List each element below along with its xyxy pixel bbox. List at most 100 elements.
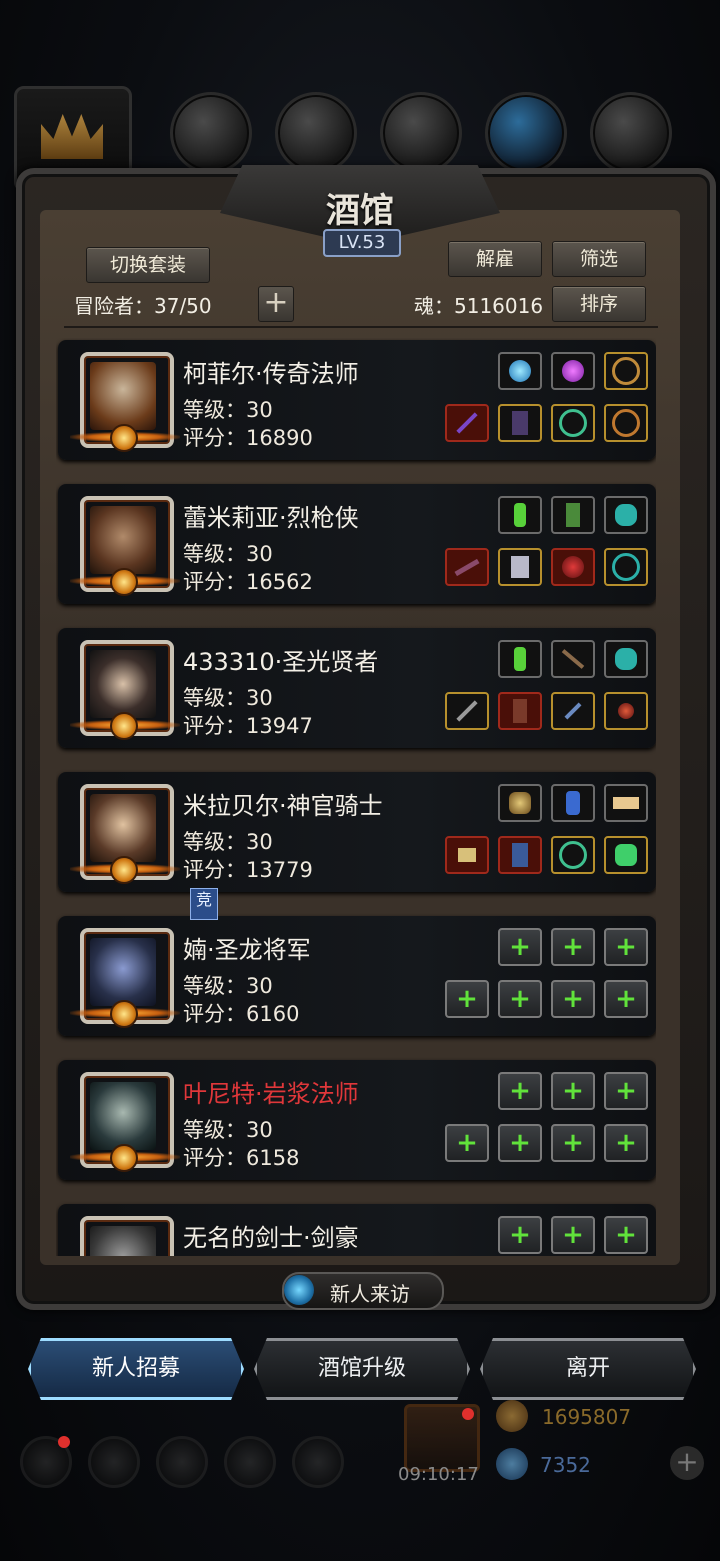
hero-card[interactable]: 米拉贝尔·神官骑士 等级：30 评分：13779 — [58, 772, 656, 892]
gold-icon — [496, 1400, 528, 1432]
hero-level: 等级：30 — [183, 542, 273, 566]
adventurer-count: 冒险者：37/50 — [74, 294, 212, 318]
necklace-slot[interactable] — [551, 404, 595, 442]
clock-icon — [284, 1275, 314, 1305]
empty-slot-add-icon[interactable]: + — [498, 1216, 542, 1254]
hero-level: 等级：30 — [183, 830, 273, 854]
hero-name: 叶尼特·岩浆法师 — [183, 1080, 359, 1108]
gold-amount: 1695807 — [542, 1405, 632, 1429]
empty-slot-add-icon[interactable]: + — [604, 928, 648, 966]
hero-score: 评分：16890 — [183, 426, 313, 450]
rank-gem-icon — [110, 712, 138, 740]
weapon-slot[interactable] — [445, 548, 489, 586]
resource-icon-meat — [170, 92, 252, 174]
bracelet-slot[interactable] — [604, 692, 648, 730]
accessory-slot[interactable] — [498, 784, 542, 822]
accessory-slot-orb[interactable] — [498, 352, 542, 390]
accessory-slot[interactable] — [604, 496, 648, 534]
empty-slot-add-icon[interactable]: + — [551, 1124, 595, 1162]
resource-icon-crystal — [485, 92, 567, 174]
hero-card[interactable]: 婻·圣龙将军 等级：30 评分：6160 + + + + + + + — [58, 916, 656, 1036]
accessory-slot[interactable] — [551, 784, 595, 822]
empty-slot-add-icon[interactable]: + — [445, 980, 489, 1018]
hero-name: 婻·圣龙将军 — [183, 936, 311, 964]
hero-card[interactable]: 蕾米莉亚·烈枪侠 等级：30 评分：16562 — [58, 484, 656, 604]
necklace-slot[interactable] — [551, 692, 595, 730]
hero-card[interactable]: 柯菲尔·传奇法师 等级：30 评分：16890 — [58, 340, 656, 460]
add-currency-icon[interactable]: + — [670, 1446, 704, 1480]
rank-gem-icon — [110, 856, 138, 884]
sort-button[interactable]: 排序 — [552, 286, 646, 322]
bracelet-slot[interactable] — [604, 404, 648, 442]
armor-slot[interactable] — [498, 692, 542, 730]
leave-button[interactable]: 离开 — [480, 1338, 696, 1400]
divider — [64, 326, 658, 328]
empty-slot-add-icon[interactable]: + — [551, 980, 595, 1018]
rank-badge: 竞 — [190, 888, 218, 920]
necklace-slot[interactable] — [551, 836, 595, 874]
hero-name: 米拉贝尔·神官骑士 — [183, 792, 383, 820]
shield-icon[interactable] — [292, 1436, 344, 1488]
accessory-slot[interactable] — [551, 640, 595, 678]
bracelet-slot[interactable] — [604, 836, 648, 874]
hero-name: 柯菲尔·传奇法师 — [183, 360, 359, 388]
bracelet-slot[interactable] — [604, 548, 648, 586]
soul-count: 魂：5116016 — [414, 294, 544, 318]
hero-score: 评分：6160 — [183, 1002, 300, 1026]
mail-icon[interactable] — [224, 1436, 276, 1488]
accessory-slot[interactable] — [551, 496, 595, 534]
accessory-slot[interactable] — [604, 784, 648, 822]
resource-icon-stone — [590, 92, 672, 174]
necklace-slot[interactable] — [551, 548, 595, 586]
empty-slot-add-icon[interactable]: + — [498, 928, 542, 966]
diamond-amount: 7352 — [540, 1453, 591, 1477]
armor-slot[interactable] — [498, 404, 542, 442]
accessory-slot[interactable] — [498, 496, 542, 534]
hero-score: 评分：6158 — [183, 1146, 300, 1170]
page-title: 酒馆 — [326, 191, 394, 231]
weapon-slot[interactable] — [445, 692, 489, 730]
accessory-slot-ring[interactable] — [604, 352, 648, 390]
hero-list[interactable]: 柯菲尔·传奇法师 等级：30 评分：16890 蕾米莉亚·烈枪侠 等级：30 评… — [56, 338, 656, 1256]
empty-slot-add-icon[interactable]: + — [551, 1216, 595, 1254]
new-visitor-button[interactable]: 新人来访 — [282, 1272, 444, 1310]
hero-level: 等级：30 — [183, 398, 273, 422]
empty-slot-add-icon[interactable]: + — [551, 928, 595, 966]
empty-slot-add-icon[interactable]: + — [604, 1124, 648, 1162]
accessory-slot[interactable] — [604, 640, 648, 678]
accessory-slot[interactable] — [498, 640, 542, 678]
notification-dot — [462, 1408, 474, 1420]
diamond-icon — [496, 1448, 528, 1480]
empty-slot-add-icon[interactable]: + — [604, 1216, 648, 1254]
hero-name: 433310·圣光贤者 — [183, 648, 379, 676]
hero-card[interactable]: 433310·圣光贤者 等级：30 评分：13947 — [58, 628, 656, 748]
crown-icon — [41, 114, 103, 159]
dismiss-button[interactable]: 解雇 — [448, 241, 542, 277]
empty-slot-add-icon[interactable]: + — [445, 1124, 489, 1162]
empty-slot-add-icon[interactable]: + — [604, 980, 648, 1018]
hero-score: 评分：13947 — [183, 714, 313, 738]
empty-slot-add-icon[interactable]: + — [498, 1124, 542, 1162]
achievement-icon[interactable] — [88, 1436, 140, 1488]
weapon-slot[interactable] — [445, 404, 489, 442]
armor-slot[interactable] — [498, 836, 542, 874]
upgrade-tavern-button[interactable]: 酒馆升级 — [254, 1338, 470, 1400]
weapon-slot[interactable] — [445, 836, 489, 874]
hero-name: 无名的剑士·剑豪 — [183, 1224, 359, 1252]
hero-card[interactable]: 叶尼特·岩浆法师 等级：30 评分：6158 + + + + + + + — [58, 1060, 656, 1180]
recruit-button[interactable]: 新人招募 — [28, 1338, 244, 1400]
castle-icon[interactable] — [156, 1436, 208, 1488]
empty-slot-add-icon[interactable]: + — [498, 980, 542, 1018]
hero-level: 等级：30 — [183, 974, 273, 998]
filter-button[interactable]: 筛选 — [552, 241, 646, 277]
add-slot-button[interactable]: + — [258, 286, 294, 322]
accessory-slot-gem[interactable] — [551, 352, 595, 390]
armor-slot[interactable] — [498, 548, 542, 586]
switch-outfit-button[interactable]: 切换套装 — [86, 247, 210, 283]
hero-card[interactable]: 无名的剑士·剑豪 + + + — [58, 1204, 656, 1256]
empty-slot-add-icon[interactable]: + — [604, 1072, 648, 1110]
empty-slot-add-icon[interactable]: + — [498, 1072, 542, 1110]
rank-gem-icon — [110, 424, 138, 452]
rank-gem-icon — [110, 1144, 138, 1172]
empty-slot-add-icon[interactable]: + — [551, 1072, 595, 1110]
